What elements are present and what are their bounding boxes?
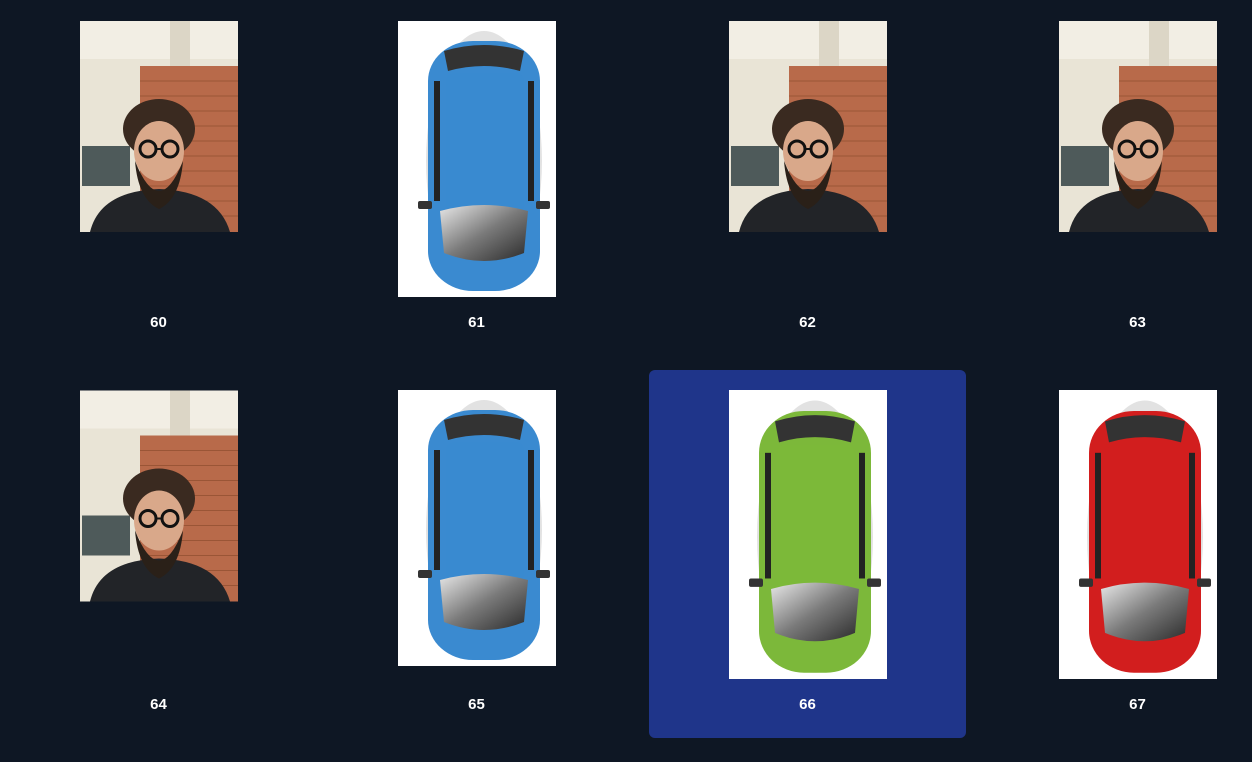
- gallery-item-61[interactable]: 61: [318, 0, 635, 350]
- gallery-item-63[interactable]: 63: [979, 0, 1252, 350]
- item-number-label: 65: [468, 696, 485, 713]
- thumbnail-car-blue: [398, 390, 556, 666]
- gallery-item-60[interactable]: 60: [0, 0, 317, 350]
- gallery-item-67[interactable]: 67: [979, 370, 1252, 738]
- thumbnail-car-red: [1059, 390, 1217, 679]
- item-number-label: 67: [1129, 696, 1146, 713]
- gallery-item-66-selected[interactable]: 66: [649, 370, 966, 738]
- item-number-label: 66: [799, 696, 816, 713]
- item-number-label: 62: [799, 314, 816, 331]
- thumbnail-car-blue: [398, 21, 556, 297]
- gallery-item-65[interactable]: 65: [318, 370, 635, 738]
- thumbnail-photo-person: [1059, 21, 1217, 232]
- item-number-label: 61: [468, 314, 485, 331]
- item-number-label: 63: [1129, 314, 1146, 331]
- thumbnail-car-green: [729, 390, 887, 679]
- image-gallery: 60 61 62 63 64 65 66 67: [0, 0, 1252, 762]
- thumbnail-photo-person: [729, 21, 887, 232]
- gallery-item-62[interactable]: 62: [649, 0, 966, 350]
- thumbnail-photo-person: [80, 21, 238, 232]
- thumbnail-photo-person: [80, 390, 238, 602]
- item-number-label: 64: [150, 696, 167, 713]
- item-number-label: 60: [150, 314, 167, 331]
- gallery-item-64[interactable]: 64: [0, 370, 317, 738]
